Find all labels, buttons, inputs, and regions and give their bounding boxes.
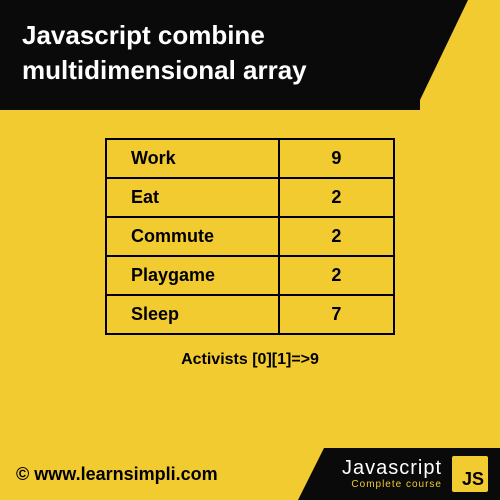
- row-label: Playgame: [106, 256, 279, 295]
- course-badge: Javascript Complete course JS: [324, 448, 500, 500]
- row-value: 2: [279, 217, 394, 256]
- table-row: Eat 2: [106, 178, 394, 217]
- badge-main-text: Javascript: [342, 458, 442, 478]
- table-row: Commute 2: [106, 217, 394, 256]
- site-credit: © www.learnsimpli.com: [0, 464, 218, 485]
- table-caption: Activists [0][1]=>9: [105, 351, 395, 369]
- row-label: Commute: [106, 217, 279, 256]
- page-title: Javascript combine multidimensional arra…: [22, 18, 398, 88]
- js-logo-icon: JS: [452, 456, 488, 492]
- array-table-body: Work 9 Eat 2 Commute 2 Playgame 2 Sleep …: [106, 139, 394, 334]
- header-banner: Javascript combine multidimensional arra…: [0, 0, 420, 110]
- row-value: 7: [279, 295, 394, 334]
- footer: © www.learnsimpli.com Javascript Complet…: [0, 448, 500, 500]
- table-row: Playgame 2: [106, 256, 394, 295]
- array-table-wrap: Work 9 Eat 2 Commute 2 Playgame 2 Sleep …: [105, 138, 395, 369]
- table-row: Sleep 7: [106, 295, 394, 334]
- row-value: 2: [279, 178, 394, 217]
- badge-sub-text: Complete course: [342, 480, 442, 490]
- row-label: Work: [106, 139, 279, 178]
- table-row: Work 9: [106, 139, 394, 178]
- row-label: Eat: [106, 178, 279, 217]
- row-label: Sleep: [106, 295, 279, 334]
- badge-text: Javascript Complete course: [342, 458, 442, 490]
- array-table: Work 9 Eat 2 Commute 2 Playgame 2 Sleep …: [105, 138, 395, 335]
- row-value: 9: [279, 139, 394, 178]
- row-value: 2: [279, 256, 394, 295]
